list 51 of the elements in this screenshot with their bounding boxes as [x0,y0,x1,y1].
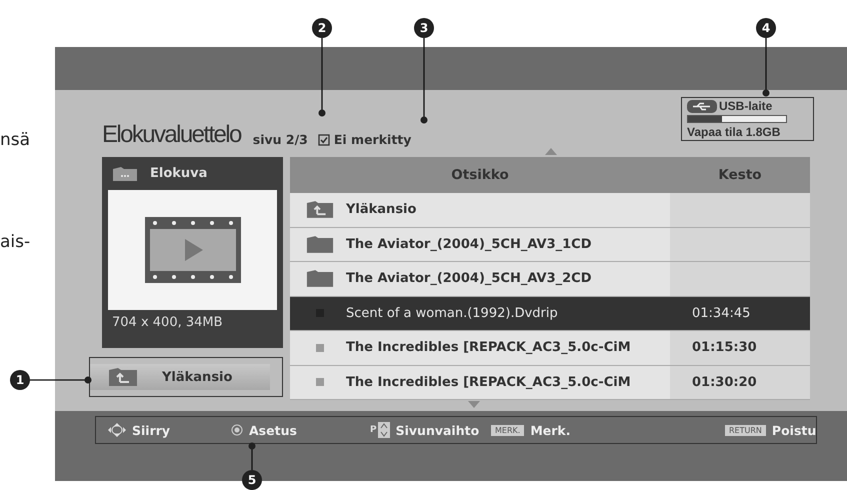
hint-label: Asetus [249,422,297,438]
duration: 01:30:20 [692,374,757,390]
folder-up-icon [306,200,334,220]
hint-label: Siirry [132,422,170,438]
page-indicator: sivu 2/3 [252,132,308,147]
file-icon [316,344,324,352]
file-title: Scent of a woman.(1992).Dvdrip [346,306,558,321]
callout-number: 2 [312,18,332,38]
callout-number: 3 [414,18,434,38]
category-label: Elokuva [150,166,208,181]
leader-line [30,376,92,384]
duration: 01:34:45 [692,306,750,321]
hint-label: Merk. [530,422,570,438]
file-info: 704 x 400, 34MB [111,314,224,330]
screen-title: Elokuvaluettelo [102,121,241,149]
duration: 01:15:30 [692,340,757,356]
callout-number: 1 [10,370,30,390]
film-play-icon [144,217,240,283]
leader-line [762,38,770,96]
scroll-down-arrow-icon[interactable] [468,401,480,408]
remote-key-label: MERK. [491,424,524,436]
usb-icon [687,100,717,112]
remote-key-label: RETURN [725,424,766,436]
hint-label: Poistu [772,422,816,438]
callout-number: 4 [756,18,776,38]
mark-filter-label: Ei merkitty [334,132,412,147]
column-header: Otsikko [450,167,510,183]
folder-icon [306,234,334,254]
parent-folder-button[interactable]: Yläkansio [90,364,270,390]
folder-icon [306,269,334,288]
column-header: Kesto [717,167,763,183]
file-title: The Aviator_(2004)_5CH_AV3_2CD [346,271,592,286]
cut-page-text: nsä [0,130,30,150]
ok-button-icon [231,424,243,436]
scroll-up-arrow-icon[interactable] [545,148,557,155]
leader-line [248,442,256,470]
cut-page-text: ais- [0,232,30,252]
file-title: Yläkansio [346,202,416,218]
usb-device-label: USB-laite [719,99,772,113]
callout-number: 5 [242,470,262,490]
file-title: The Aviator_(2004)_5CH_AV3_1CD [346,236,592,252]
file-title: The Incredibles [REPACK_AC3_5.0c-CiM [346,340,631,356]
file-icon [316,378,324,386]
folder-up-icon [108,367,138,387]
hint-label: Sivunvaihto [396,422,480,438]
folder-icon [112,166,138,182]
up-down-arrows-icon [378,422,390,438]
free-space-label: Vapaa tila 1.8GB [687,125,782,139]
file-title: The Incredibles [REPACK_AC3_5.0c-CiM [346,374,631,390]
key-label: P [370,425,377,435]
direction-pad-icon [108,423,126,437]
